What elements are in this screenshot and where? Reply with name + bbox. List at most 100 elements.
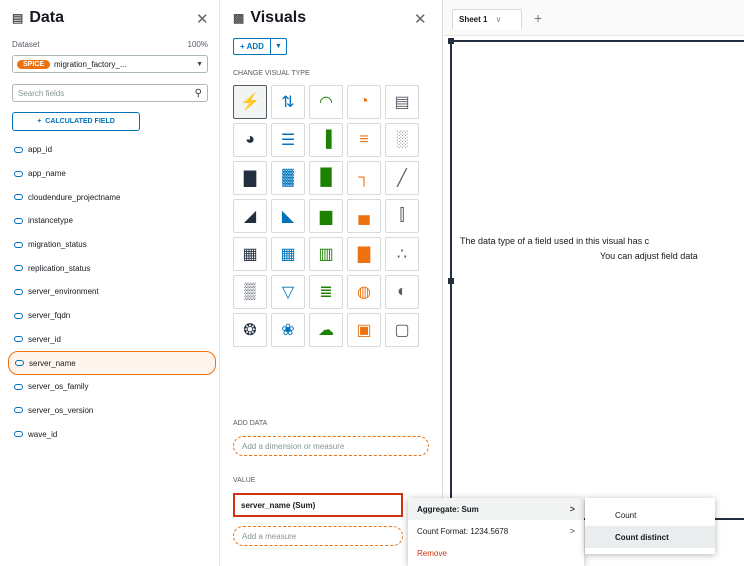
table-icon[interactable]: ▦ — [271, 237, 305, 271]
combo-line-icon[interactable]: ▄ — [347, 199, 381, 233]
tab-label: Sheet 1 — [459, 15, 488, 24]
add-visual-group: + ADD ▼ — [233, 38, 287, 55]
change-visual-type-label: CHANGE VISUAL TYPE — [233, 70, 310, 77]
tab-sheet-1[interactable]: Sheet 1 ∨ — [452, 9, 522, 29]
heatmap-icon[interactable]: ❂ — [233, 313, 267, 347]
histogram-icon[interactable]: ▇ — [347, 237, 381, 271]
field-item[interactable]: server_os_version — [8, 399, 218, 423]
count-distinct-menu-item[interactable]: Count distinct — [585, 526, 715, 548]
field-item[interactable]: wave_id — [8, 422, 218, 446]
search-input[interactable]: Search fields ⚲ — [12, 84, 208, 102]
word-cloud-icon[interactable]: ☁ — [309, 313, 343, 347]
area-icon[interactable]: ◢ — [233, 199, 267, 233]
field-item[interactable]: server_name — [8, 351, 216, 375]
add-visual-button[interactable]: + ADD — [233, 38, 271, 55]
add-measure-dropzone[interactable]: Add a measure — [233, 526, 403, 546]
sheet-tab-bar: Sheet 1 ∨ + — [444, 0, 744, 36]
visual-canvas[interactable] — [448, 38, 744, 520]
field-item[interactable]: cloudendure_projectname — [8, 185, 218, 209]
calculated-field-label: CALCULATED FIELD — [45, 118, 115, 125]
field-label: app_id — [28, 145, 53, 155]
field-item[interactable]: migration_status — [8, 233, 218, 257]
field-label: server_os_family — [28, 382, 89, 392]
tower-icon[interactable]: ▒ — [233, 275, 267, 309]
dataset-row: Dataset 100% — [12, 40, 208, 49]
step-icon[interactable]: ┐ — [347, 161, 381, 195]
visuals-panel-title-text: Visuals — [250, 9, 307, 26]
close-icon[interactable]: ✕ — [414, 10, 427, 28]
spice-usage: 100% — [187, 40, 208, 49]
field-item[interactable]: replication_status — [8, 256, 218, 280]
plus-icon: + — [37, 118, 42, 125]
field-item[interactable]: instancetype — [8, 209, 218, 233]
waterfall-icon[interactable]: ░ — [385, 123, 419, 157]
remove-menu-item[interactable]: Remove — [408, 542, 584, 564]
stacked-area-icon[interactable]: ◣ — [271, 199, 305, 233]
close-icon[interactable]: ✕ — [196, 10, 209, 28]
calculated-field-button[interactable]: + CALCULATED FIELD — [12, 112, 140, 131]
stacked-percent-bar-icon[interactable]: ▓ — [271, 161, 305, 195]
scatter-icon[interactable]: ∴ — [385, 237, 419, 271]
field-label: replication_status — [28, 263, 91, 273]
pivot-icon[interactable]: ▦ — [233, 237, 267, 271]
blank-icon[interactable]: ▢ — [385, 313, 419, 347]
vertical-bar-icon[interactable]: ⇅ — [271, 85, 305, 119]
gauge-icon[interactable]: ◠ — [309, 85, 343, 119]
aggregate-submenu: Count Count distinct — [585, 498, 715, 554]
search-placeholder: Search fields — [18, 88, 65, 98]
visual-error-message-2: You can adjust field data — [600, 251, 698, 261]
dimension-icon — [14, 241, 23, 248]
visuals-panel-title: ▩ Visuals — [233, 9, 306, 27]
boxplot-icon[interactable]: ⫿ — [385, 199, 419, 233]
field-item[interactable]: app_id — [8, 138, 218, 162]
horizontal-bar-icon[interactable]: ☰ — [271, 123, 305, 157]
add-sheet-icon[interactable]: + — [534, 10, 542, 26]
funnel-icon[interactable]: ▽ — [271, 275, 305, 309]
clustered-bar-icon[interactable]: ▐ — [309, 123, 343, 157]
value-field-well[interactable]: server_name (Sum) — [233, 493, 403, 517]
dataset-name: migration_factory_... — [54, 59, 127, 69]
dataset-select[interactable]: SPICE migration_factory_... ▼ — [12, 55, 208, 73]
field-label: wave_id — [28, 429, 58, 439]
stacked-bar-icon[interactable]: ▇ — [233, 161, 267, 195]
data-panel: ▤ Data ✕ Dataset 100% SPICE migration_fa… — [0, 0, 220, 566]
custom-icon[interactable]: ▣ — [347, 313, 381, 347]
pie-icon[interactable]: ◕ — [233, 123, 267, 157]
stacked-horizontal-bar-icon[interactable]: ≡ — [347, 123, 381, 157]
value-label: VALUE — [233, 477, 256, 484]
stacked-column-icon[interactable]: █ — [309, 161, 343, 195]
insight-icon[interactable]: ❀ — [271, 313, 305, 347]
field-label: cloudendure_projectname — [28, 192, 121, 202]
value-field-label: server_name (Sum) — [241, 500, 316, 510]
kpi-icon[interactable]: ▤ — [385, 85, 419, 119]
resize-handle[interactable] — [448, 278, 454, 284]
field-item[interactable]: server_environment — [8, 280, 218, 304]
autograph-icon[interactable]: ⚡ — [233, 85, 267, 119]
field-item[interactable]: server_os_family — [8, 375, 218, 399]
chevron-down-icon[interactable]: ▼ — [270, 38, 287, 55]
visual-type-grid: ⚡ ⇅ ◠ ◔ ▤ ◕ ☰ ▐ ≡ ░ ▇ ▓ █ ┐ ╱ ◢ ◣ ▆ ▄ ⫿ ▦ ▦ ▥ ▇ ∴ ▒ ▽ ≣ ◍ ◐ ❂ ❀ ☁ ▣ ▢ — [233, 85, 419, 347]
remove-label: Remove — [417, 548, 447, 558]
count-menu-item[interactable]: Count — [585, 504, 715, 526]
chevron-down-icon[interactable]: ∨ — [495, 15, 501, 24]
sankey-icon[interactable]: ≣ — [309, 275, 343, 309]
field-item[interactable]: app_name — [8, 162, 218, 186]
field-item[interactable]: server_fqdn — [8, 304, 218, 328]
dimension-icon — [15, 360, 24, 367]
dimension-icon — [14, 194, 23, 201]
search-icon: ⚲ — [194, 87, 202, 99]
donut-icon[interactable]: ◔ — [347, 85, 381, 119]
data-panel-title-text: Data — [29, 9, 65, 26]
treemap-icon[interactable]: ▥ — [309, 237, 343, 271]
add-dimension-dropzone[interactable]: Add a dimension or measure — [233, 436, 429, 456]
count-distinct-label: Count distinct — [615, 532, 669, 542]
count-format-menu-item[interactable]: Count Format: 1234.5678 > — [408, 520, 584, 542]
globe-icon[interactable]: ◐ — [385, 275, 419, 309]
line-icon[interactable]: ╱ — [385, 161, 419, 195]
aggregate-label: Aggregate: Sum — [417, 504, 479, 514]
resize-handle[interactable] — [448, 38, 454, 44]
aggregate-menu-item[interactable]: Aggregate: Sum > — [408, 498, 584, 520]
filled-map-icon[interactable]: ◍ — [347, 275, 381, 309]
field-item[interactable]: server_id — [8, 328, 218, 352]
combo-bar-icon[interactable]: ▆ — [309, 199, 343, 233]
